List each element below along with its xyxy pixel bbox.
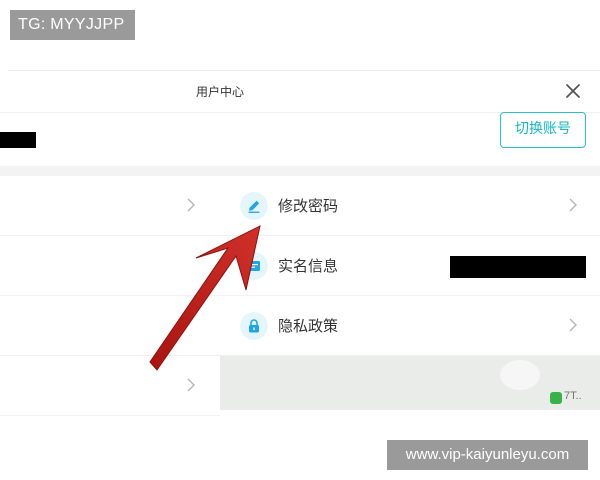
list-item[interactable] bbox=[0, 176, 220, 236]
pencil-icon bbox=[240, 192, 268, 220]
page-title: 用户中心 bbox=[196, 85, 245, 99]
list-item[interactable] bbox=[0, 356, 220, 416]
menu-item-label: 实名信息 bbox=[278, 257, 339, 275]
close-button[interactable] bbox=[562, 80, 584, 102]
logo-mark-icon bbox=[550, 392, 562, 404]
close-icon bbox=[566, 84, 580, 98]
watermark: www.vip-kaiyunleyu.com bbox=[387, 440, 588, 470]
redacted-username bbox=[0, 132, 36, 148]
list-item[interactable] bbox=[0, 236, 220, 296]
chevron-right-icon bbox=[187, 198, 195, 212]
tg-badge: TG: MYYJJPP bbox=[10, 10, 135, 40]
logo-text: 7T.. bbox=[564, 390, 582, 402]
background-banner: 7T.. bbox=[220, 356, 600, 410]
top-divider bbox=[8, 70, 600, 71]
modal-header: 用户中心 bbox=[0, 72, 600, 112]
chevron-right-icon bbox=[569, 198, 577, 212]
brand-logo: 7T.. bbox=[550, 390, 600, 406]
section-gap bbox=[0, 166, 600, 176]
menu-item-change-password[interactable]: 修改密码 bbox=[220, 176, 600, 236]
id-card-icon bbox=[240, 252, 268, 280]
menu-item-label: 修改密码 bbox=[278, 197, 339, 215]
background-list bbox=[0, 176, 220, 416]
lock-icon bbox=[240, 312, 268, 340]
menu-item-label: 隐私政策 bbox=[278, 317, 339, 335]
chevron-right-icon bbox=[187, 378, 195, 392]
list-item[interactable] bbox=[0, 296, 220, 356]
switch-account-button[interactable]: 切换账号 bbox=[500, 112, 586, 148]
chevron-right-icon bbox=[569, 318, 577, 332]
menu-item-privacy-policy[interactable]: 隐私政策 bbox=[220, 296, 600, 356]
redacted-realname bbox=[450, 256, 586, 278]
decorative-shape bbox=[500, 360, 540, 390]
